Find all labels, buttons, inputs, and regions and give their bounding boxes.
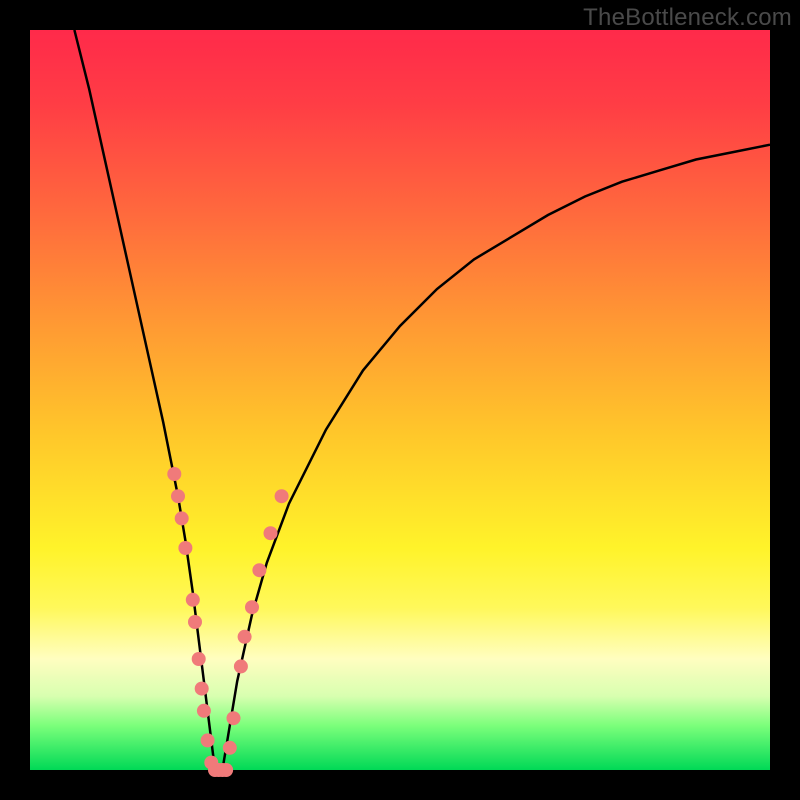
- data-marker: [186, 593, 200, 607]
- bottleneck-curve: [74, 30, 770, 770]
- chart-svg: [30, 30, 770, 770]
- data-marker: [201, 733, 215, 747]
- chart-frame: TheBottleneck.com: [0, 0, 800, 800]
- data-marker: [192, 652, 206, 666]
- data-marker: [223, 741, 237, 755]
- data-marker: [171, 489, 185, 503]
- data-marker: [178, 541, 192, 555]
- plot-area: [30, 30, 770, 770]
- data-marker: [234, 659, 248, 673]
- data-marker: [227, 711, 241, 725]
- data-marker: [188, 615, 202, 629]
- data-marker: [219, 763, 233, 777]
- data-marker: [175, 511, 189, 525]
- data-marker: [275, 489, 289, 503]
- data-marker: [264, 526, 278, 540]
- data-marker: [197, 704, 211, 718]
- data-marker: [252, 563, 266, 577]
- data-marker: [245, 600, 259, 614]
- watermark-text: TheBottleneck.com: [583, 4, 792, 32]
- data-marker: [195, 682, 209, 696]
- data-marker: [238, 630, 252, 644]
- data-marker: [167, 467, 181, 481]
